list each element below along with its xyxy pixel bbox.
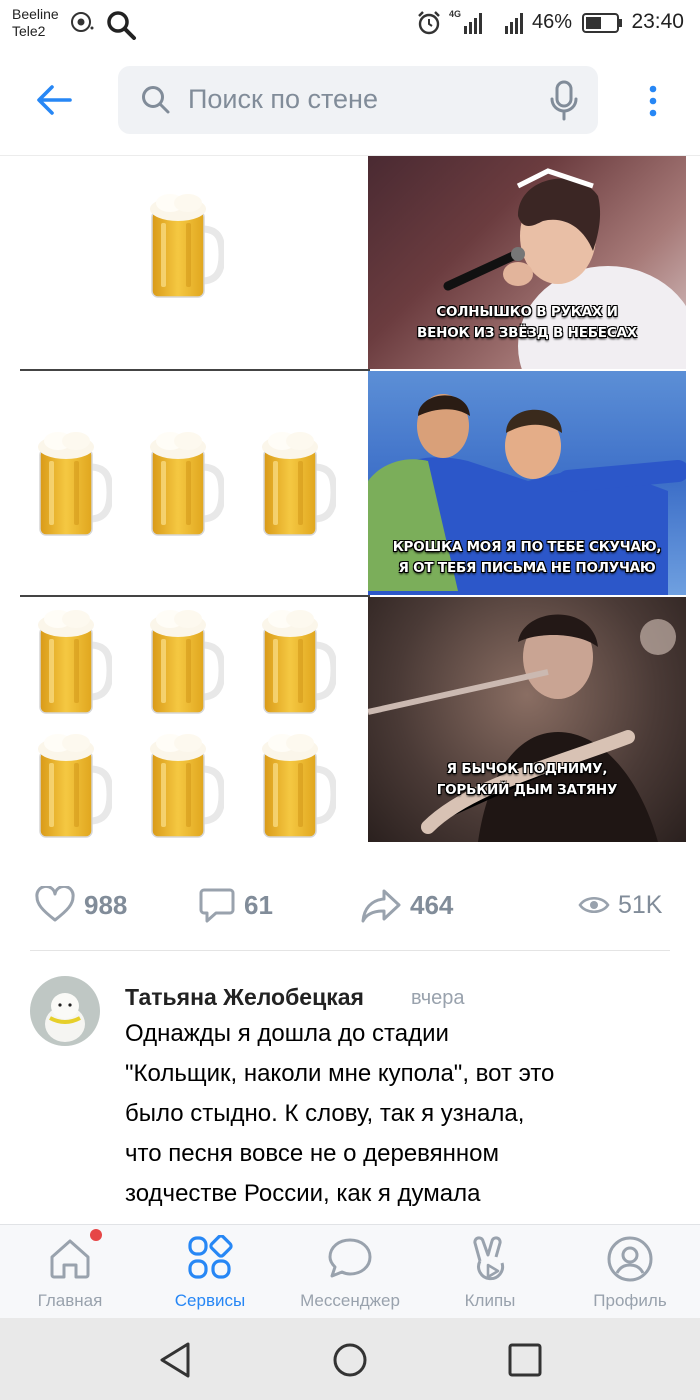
heart-icon <box>35 886 75 922</box>
notification-badge <box>90 1229 102 1241</box>
search-placeholder: Поиск по стене <box>188 84 378 114</box>
beer-count-cell-3 <box>20 597 368 842</box>
meme-caption-3: Я БЫЧОК ПОДНИМУ, ГОРЬКИЙ ДЫМ ЗАТЯНУ <box>368 759 686 801</box>
profile-icon <box>607 1236 653 1282</box>
carrier-2: Tele2 <box>12 23 46 39</box>
tab-home[interactable]: Главная <box>0 1225 140 1319</box>
comment-line: зодчестве России, как я думала <box>125 1180 481 1207</box>
signal-strength-icon <box>464 13 482 34</box>
meme-caption-2: КРОШКА МОЯ Я ПО ТЕБЕ СКУЧАЮ, Я ОТ ТЕБЯ П… <box>368 537 686 579</box>
signal-strength-2-icon <box>505 13 523 34</box>
hotspot-icon <box>71 12 94 32</box>
comment-line: было стыдно. К слову, так я узнала, <box>125 1100 525 1127</box>
beer-count-cell-1 <box>20 156 368 369</box>
comments-button[interactable]: 61 <box>198 876 273 934</box>
carrier-names: Beeline Tele2 <box>12 6 59 40</box>
caption-line: КРОШКА МОЯ Я ПО ТЕБЕ СКУЧАЮ, <box>392 539 662 555</box>
tab-messenger[interactable]: Мессенджер <box>280 1225 420 1319</box>
meme-row-1: СОЛНЫШКО В РУКАХ И ВЕНОК ИЗ ЗВЁЗД В НЕБЕ… <box>20 156 686 369</box>
eye-icon <box>578 896 610 914</box>
shares-count: 464 <box>410 889 454 920</box>
post-stats: 988 61 464 51K <box>0 876 700 936</box>
clips-icon <box>473 1236 505 1281</box>
system-navigation-bar <box>0 1318 700 1400</box>
share-arrow-icon <box>361 889 401 923</box>
clock: 23:40 <box>631 10 684 33</box>
avatar[interactable] <box>30 976 100 1046</box>
beer-mug-icon <box>36 605 112 717</box>
meme-caption-1: СОЛНЫШКО В РУКАХ И ВЕНОК ИЗ ЗВЁЗД В НЕБЕ… <box>368 302 686 344</box>
tab-label: Главная <box>37 1291 103 1310</box>
comments-count: 61 <box>244 889 273 920</box>
comment-item: Татьяна Желобецкая вчера Однажды я дошла… <box>0 976 700 1224</box>
battery-icon <box>582 13 622 33</box>
tab-services[interactable]: Сервисы <box>140 1225 280 1319</box>
chat-bubble-icon <box>328 1238 372 1278</box>
likes-count: 988 <box>84 889 128 920</box>
carrier-1: Beeline <box>12 6 59 22</box>
comment-icon <box>199 888 235 923</box>
comment-line: Однажды я дошла до стадии <box>125 1020 449 1047</box>
tab-label: Клипы <box>464 1291 516 1310</box>
like-button[interactable]: 988 <box>34 876 127 934</box>
meme-row-3: Я БЫЧОК ПОДНИМУ, ГОРЬКИЙ ДЫМ ЗАТЯНУ <box>20 597 686 842</box>
beer-mug-icon <box>36 729 112 841</box>
network-type: 4G <box>449 9 462 19</box>
microphone-icon[interactable] <box>548 80 580 122</box>
beer-mug-icon <box>148 427 224 539</box>
post-image[interactable]: СОЛНЫШКО В РУКАХ И ВЕНОК ИЗ ЗВЁЗД В НЕБЕ… <box>20 156 686 842</box>
beer-mug-icon <box>148 605 224 717</box>
nav-recents-icon[interactable] <box>503 1338 547 1382</box>
caption-line: Я БЫЧОК ПОДНИМУ, <box>446 761 608 777</box>
services-grid-icon <box>188 1235 233 1279</box>
meme-photo-guitarist: Я БЫЧОК ПОДНИМУ, ГОРЬКИЙ ДЫМ ЗАТЯНУ <box>368 597 686 842</box>
more-vertical-icon[interactable] <box>640 80 666 124</box>
tab-label: Сервисы <box>174 1291 246 1310</box>
beer-count-cell-2 <box>20 371 368 595</box>
caption-line: ГОРЬКИЙ ДЫМ ЗАТЯНУ <box>436 782 618 798</box>
tab-profile[interactable]: Профиль <box>560 1225 700 1319</box>
tab-clips[interactable]: Клипы <box>420 1225 560 1319</box>
tab-label: Профиль <box>593 1291 667 1310</box>
comment-line: что песня вовсе не о деревянном <box>125 1140 499 1167</box>
share-button[interactable]: 464 <box>360 876 453 934</box>
wall-search-header: Поиск по стене <box>0 48 700 156</box>
alarm-icon <box>418 11 440 35</box>
search-icon <box>142 86 170 114</box>
views-counter: 51K <box>578 876 662 934</box>
separator <box>30 950 670 951</box>
status-bar: Beeline Tele2 4G 46% 23:40 <box>0 0 700 48</box>
meme-row-2: КРОШКА МОЯ Я ПО ТЕБЕ СКУЧАЮ, Я ОТ ТЕБЯ П… <box>20 371 686 595</box>
caption-line: Я ОТ ТЕБЯ ПИСЬМА НЕ ПОЛУЧАЮ <box>398 560 656 576</box>
search-input[interactable]: Поиск по стене <box>118 66 598 134</box>
beer-mug-icon <box>260 605 336 717</box>
guitarist-figure <box>368 614 676 842</box>
meme-photo-duo: КРОШКА МОЯ Я ПО ТЕБЕ СКУЧАЮ, Я ОТ ТЕБЯ П… <box>368 371 686 595</box>
views-count: 51K <box>618 890 663 919</box>
beer-mug-icon <box>148 729 224 841</box>
beer-mug-icon <box>148 189 224 301</box>
comment-time: вчера <box>411 987 465 1009</box>
caption-line: СОЛНЫШКО В РУКАХ И <box>436 304 618 320</box>
nav-home-icon[interactable] <box>328 1338 372 1382</box>
comment-line: "Кольщик, наколи мне купола", вот это <box>125 1060 555 1087</box>
search-status-icon <box>107 11 136 40</box>
meme-photo-singer: СОЛНЫШКО В РУКАХ И ВЕНОК ИЗ ЗВЁЗД В НЕБЕ… <box>368 156 686 369</box>
tab-label: Мессенджер <box>300 1291 400 1310</box>
home-icon <box>50 1239 90 1279</box>
nav-back-icon[interactable] <box>154 1338 198 1382</box>
back-arrow-icon[interactable] <box>32 78 76 122</box>
beer-mug-icon <box>36 427 112 539</box>
comment-author[interactable]: Татьяна Желобецкая <box>125 984 364 1011</box>
beer-mug-icon <box>260 427 336 539</box>
comment-text: Однажды я дошла до стадии "Кольщик, нако… <box>125 1014 645 1214</box>
avatar-image <box>30 976 100 1046</box>
battery-percent: 46% <box>532 11 573 33</box>
beer-mug-icon <box>260 729 336 841</box>
bottom-tab-bar: Главная Сервисы Мессенджер Клипы Профиль <box>0 1224 700 1318</box>
caption-line: ВЕНОК ИЗ ЗВЁЗД В НЕБЕСАХ <box>416 325 637 341</box>
